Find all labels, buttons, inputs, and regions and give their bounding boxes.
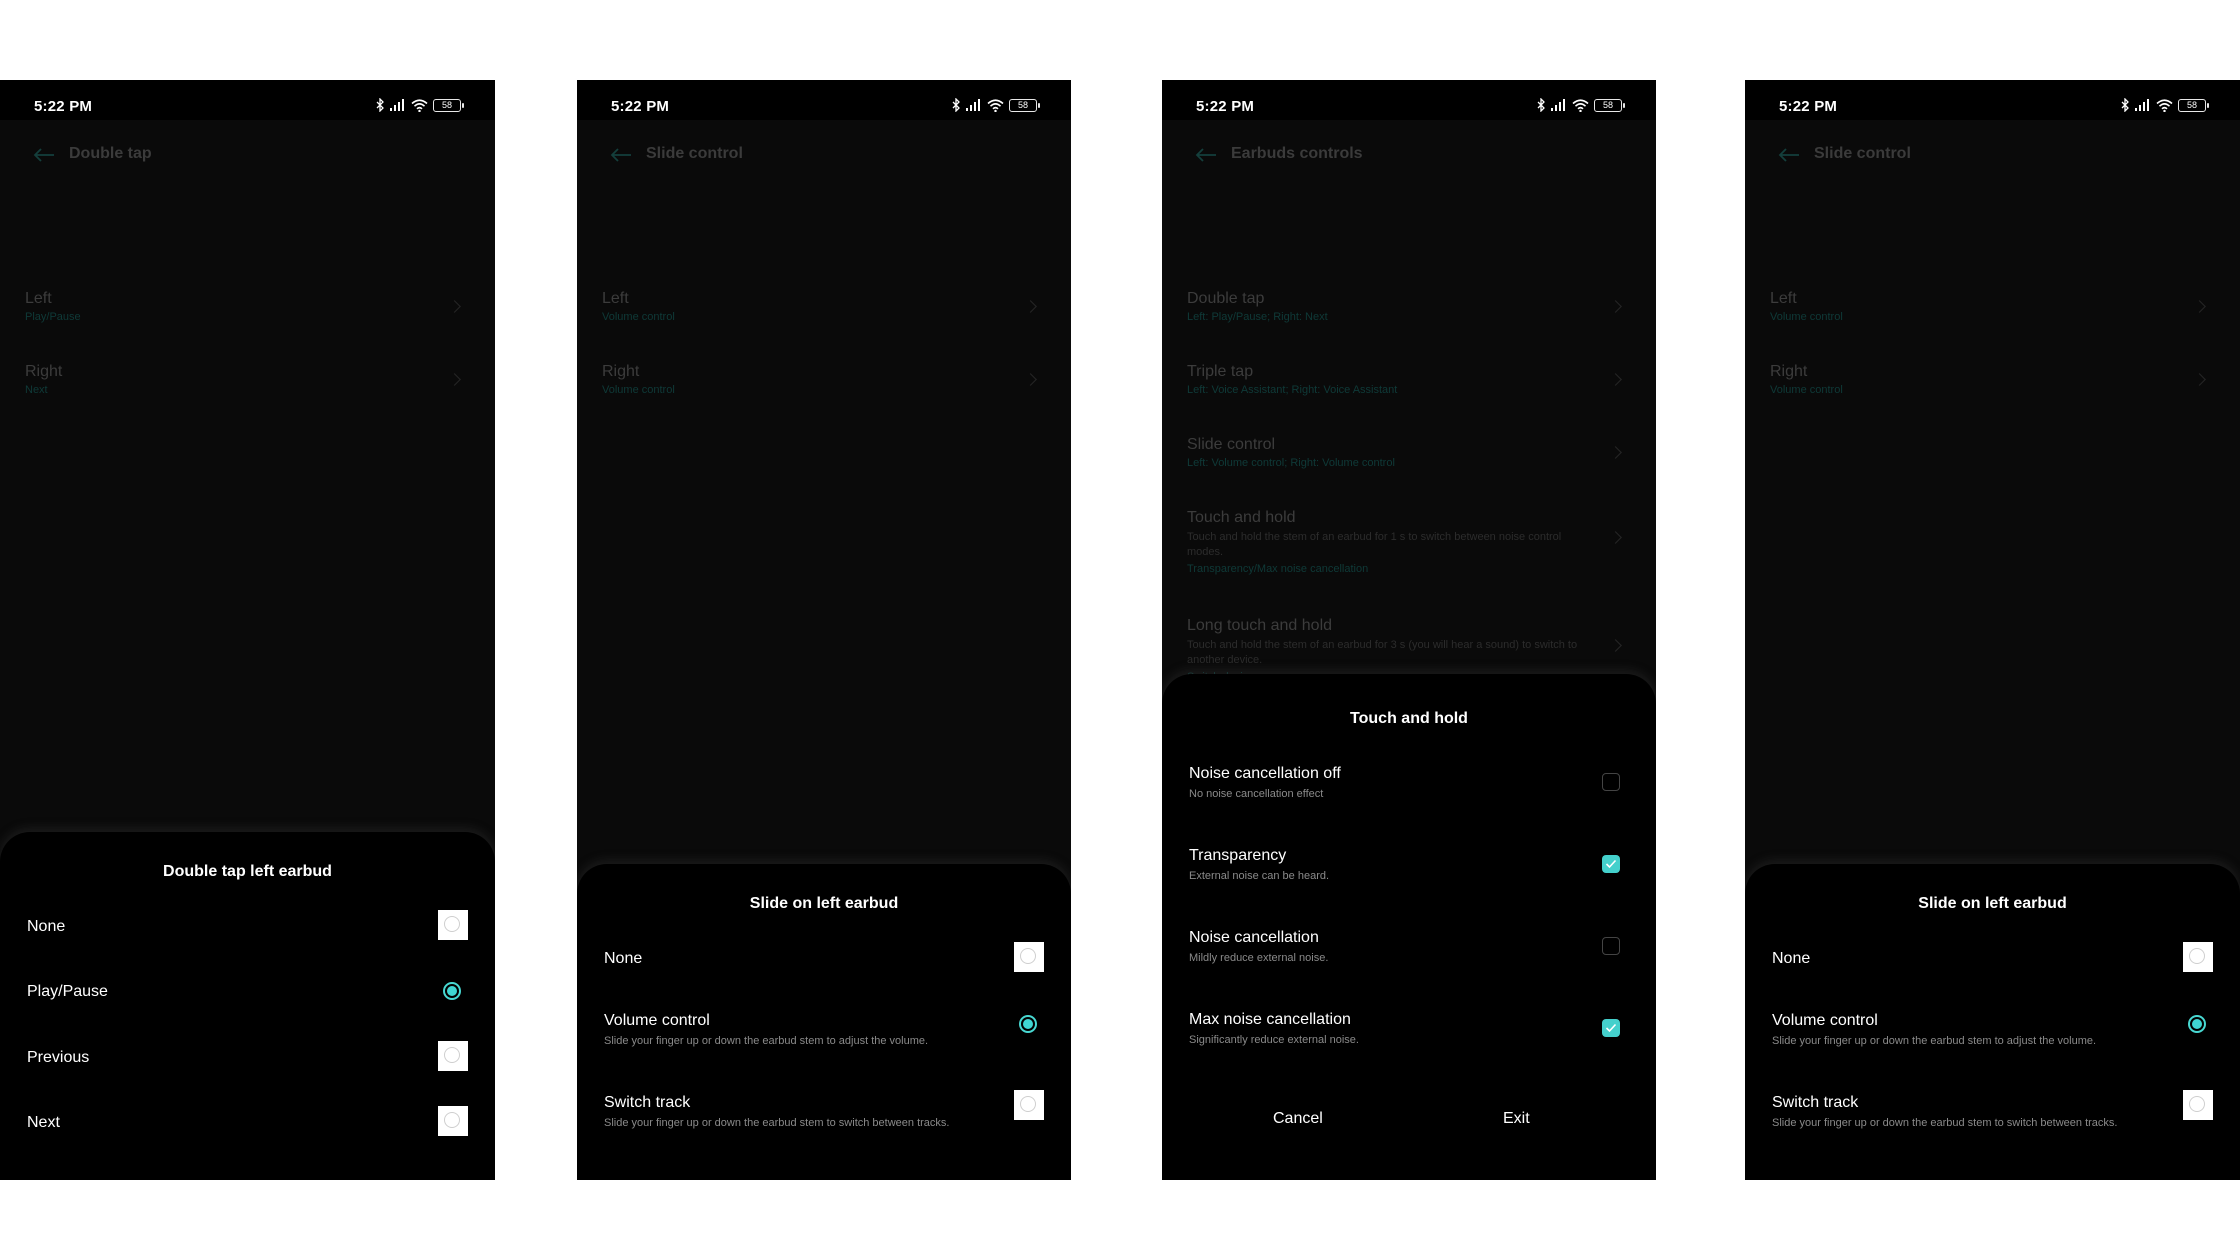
option-volume-control[interactable]: Volume control Slide your finger up or d… (1772, 1012, 2213, 1047)
signal-icon (2135, 99, 2149, 111)
option-none[interactable]: None (27, 910, 468, 940)
bluetooth-icon (952, 98, 960, 112)
sheet-title: Double tap left earbud (163, 863, 332, 880)
wifi-icon (1572, 98, 1589, 112)
bluetooth-icon (376, 98, 384, 112)
option-none[interactable]: None (604, 942, 1044, 972)
bottom-sheet: Slide on left earbud None Volume control… (1745, 864, 2240, 1180)
status-bar: 5:22 PM 58 (577, 80, 1071, 120)
signal-icon (1551, 99, 1565, 111)
list-item-left[interactable]: Left Play/Pause (0, 290, 495, 323)
radio-unselected[interactable] (2183, 1090, 2213, 1120)
status-bar: 5:22 PM 58 (0, 80, 495, 120)
list-item-right[interactable]: Right Volume control (577, 363, 1071, 396)
option-max-noise-cancellation[interactable]: Max noise cancellation Significantly red… (1189, 1011, 1629, 1046)
option-switch-track[interactable]: Switch track Slide your finger up or dow… (604, 1090, 1044, 1129)
list-item-left[interactable]: Left Volume control (577, 290, 1071, 323)
radio-selected[interactable] (1019, 1015, 1037, 1033)
page-title: Slide control (646, 145, 743, 162)
radio-unselected[interactable] (1014, 942, 1044, 972)
bottom-sheet: Slide on left earbud None Volume control… (577, 864, 1071, 1180)
option-previous[interactable]: Previous (27, 1041, 468, 1071)
status-time: 5:22 PM (1779, 98, 1838, 115)
radio-unselected[interactable] (2183, 942, 2213, 972)
checkbox-unchecked[interactable] (1602, 937, 1620, 955)
checkmark-icon (1605, 1023, 1617, 1033)
option-noise-cancellation-off[interactable]: Noise cancellation off No noise cancella… (1189, 765, 1629, 800)
radio-unselected[interactable] (1014, 1090, 1044, 1120)
radio-selected[interactable] (2188, 1015, 2206, 1033)
status-bar: 5:22 PM 58 (1745, 80, 2240, 120)
wifi-icon (2156, 98, 2173, 112)
back-arrow-icon[interactable] (32, 147, 56, 163)
sheet-title: Slide on left earbud (749, 895, 899, 912)
option-noise-cancellation[interactable]: Noise cancellation Mildly reduce externa… (1189, 929, 1629, 964)
page-title: Earbuds controls (1231, 145, 1363, 162)
list-item-slide-control[interactable]: Slide control Left: Volume control; Righ… (1162, 436, 1656, 469)
radio-unselected[interactable] (438, 1106, 468, 1136)
radio-selected[interactable] (443, 982, 461, 1000)
checkbox-unchecked[interactable] (1602, 773, 1620, 791)
battery-icon: 58 (433, 98, 464, 112)
bluetooth-icon (2121, 98, 2129, 112)
status-bar: 5:22 PM 58 (1162, 80, 1656, 120)
sheet-title: Touch and hold (1350, 710, 1468, 727)
battery-icon: 58 (1009, 98, 1040, 112)
status-time: 5:22 PM (1196, 98, 1255, 115)
option-play-pause[interactable]: Play/Pause (27, 982, 468, 1001)
checkbox-checked[interactable] (1602, 855, 1620, 873)
back-arrow-icon[interactable] (1777, 147, 1801, 163)
battery-level: 58 (1602, 99, 1613, 110)
status-time: 5:22 PM (34, 98, 93, 115)
exit-button[interactable]: Exit (1503, 1110, 1530, 1128)
list-item-right[interactable]: Right Volume control (1745, 363, 2240, 396)
back-arrow-icon[interactable] (609, 147, 633, 163)
page-title: Slide control (1814, 145, 1911, 162)
list-item-triple-tap[interactable]: Triple tap Left: Voice Assistant; Right:… (1162, 363, 1656, 396)
option-switch-track[interactable]: Switch track Slide your finger up or dow… (1772, 1090, 2213, 1129)
phone-screen-slide-control-2: 5:22 PM 58 Slide control Left Volume con… (1745, 80, 2240, 1180)
cancel-button[interactable]: Cancel (1273, 1110, 1323, 1128)
signal-icon (390, 99, 404, 111)
bluetooth-icon (1537, 98, 1545, 112)
checkmark-icon (1605, 859, 1617, 869)
checkbox-checked[interactable] (1602, 1019, 1620, 1037)
list-item-touch-and-hold[interactable]: Touch and hold Touch and hold the stem o… (1162, 509, 1656, 575)
phone-screen-slide-control: 5:22 PM 58 Slide control Left Volume con… (577, 80, 1071, 1180)
battery-icon: 58 (2178, 98, 2209, 112)
bottom-sheet: Touch and hold Noise cancellation off No… (1162, 674, 1656, 1180)
chevron-right-icon (1609, 639, 1622, 652)
signal-icon (966, 99, 980, 111)
wifi-icon (987, 98, 1004, 112)
list-item-left[interactable]: Left Volume control (1745, 290, 2240, 323)
phone-screen-double-tap: 5:22 PM 58 Double tap Left Play/Pause Ri… (0, 80, 495, 1180)
list-item-right[interactable]: Right Next (0, 363, 495, 396)
bottom-sheet: Double tap left earbud None Play/Pause P… (0, 832, 495, 1180)
battery-level: 58 (1017, 99, 1028, 110)
list-item-double-tap[interactable]: Double tap Left: Play/Pause; Right: Next (1162, 290, 1656, 323)
radio-unselected[interactable] (438, 1041, 468, 1071)
page-title: Double tap (69, 145, 152, 162)
sheet-title: Slide on left earbud (1918, 895, 2067, 912)
radio-unselected[interactable] (438, 910, 468, 940)
phone-screen-earbuds-controls: 5:22 PM 58 Earbuds controls Double tap L… (1162, 80, 1656, 1180)
option-transparency[interactable]: Transparency External noise can be heard… (1189, 847, 1629, 882)
option-none[interactable]: None (1772, 942, 2213, 972)
option-next[interactable]: Next (27, 1106, 468, 1136)
chevron-right-icon (1609, 531, 1622, 544)
battery-icon: 58 (1594, 98, 1625, 112)
battery-level: 58 (2186, 99, 2197, 110)
status-time: 5:22 PM (611, 98, 670, 115)
wifi-icon (411, 98, 428, 112)
battery-level: 58 (441, 99, 452, 110)
back-arrow-icon[interactable] (1194, 147, 1218, 163)
option-volume-control[interactable]: Volume control Slide your finger up or d… (604, 1012, 1044, 1047)
